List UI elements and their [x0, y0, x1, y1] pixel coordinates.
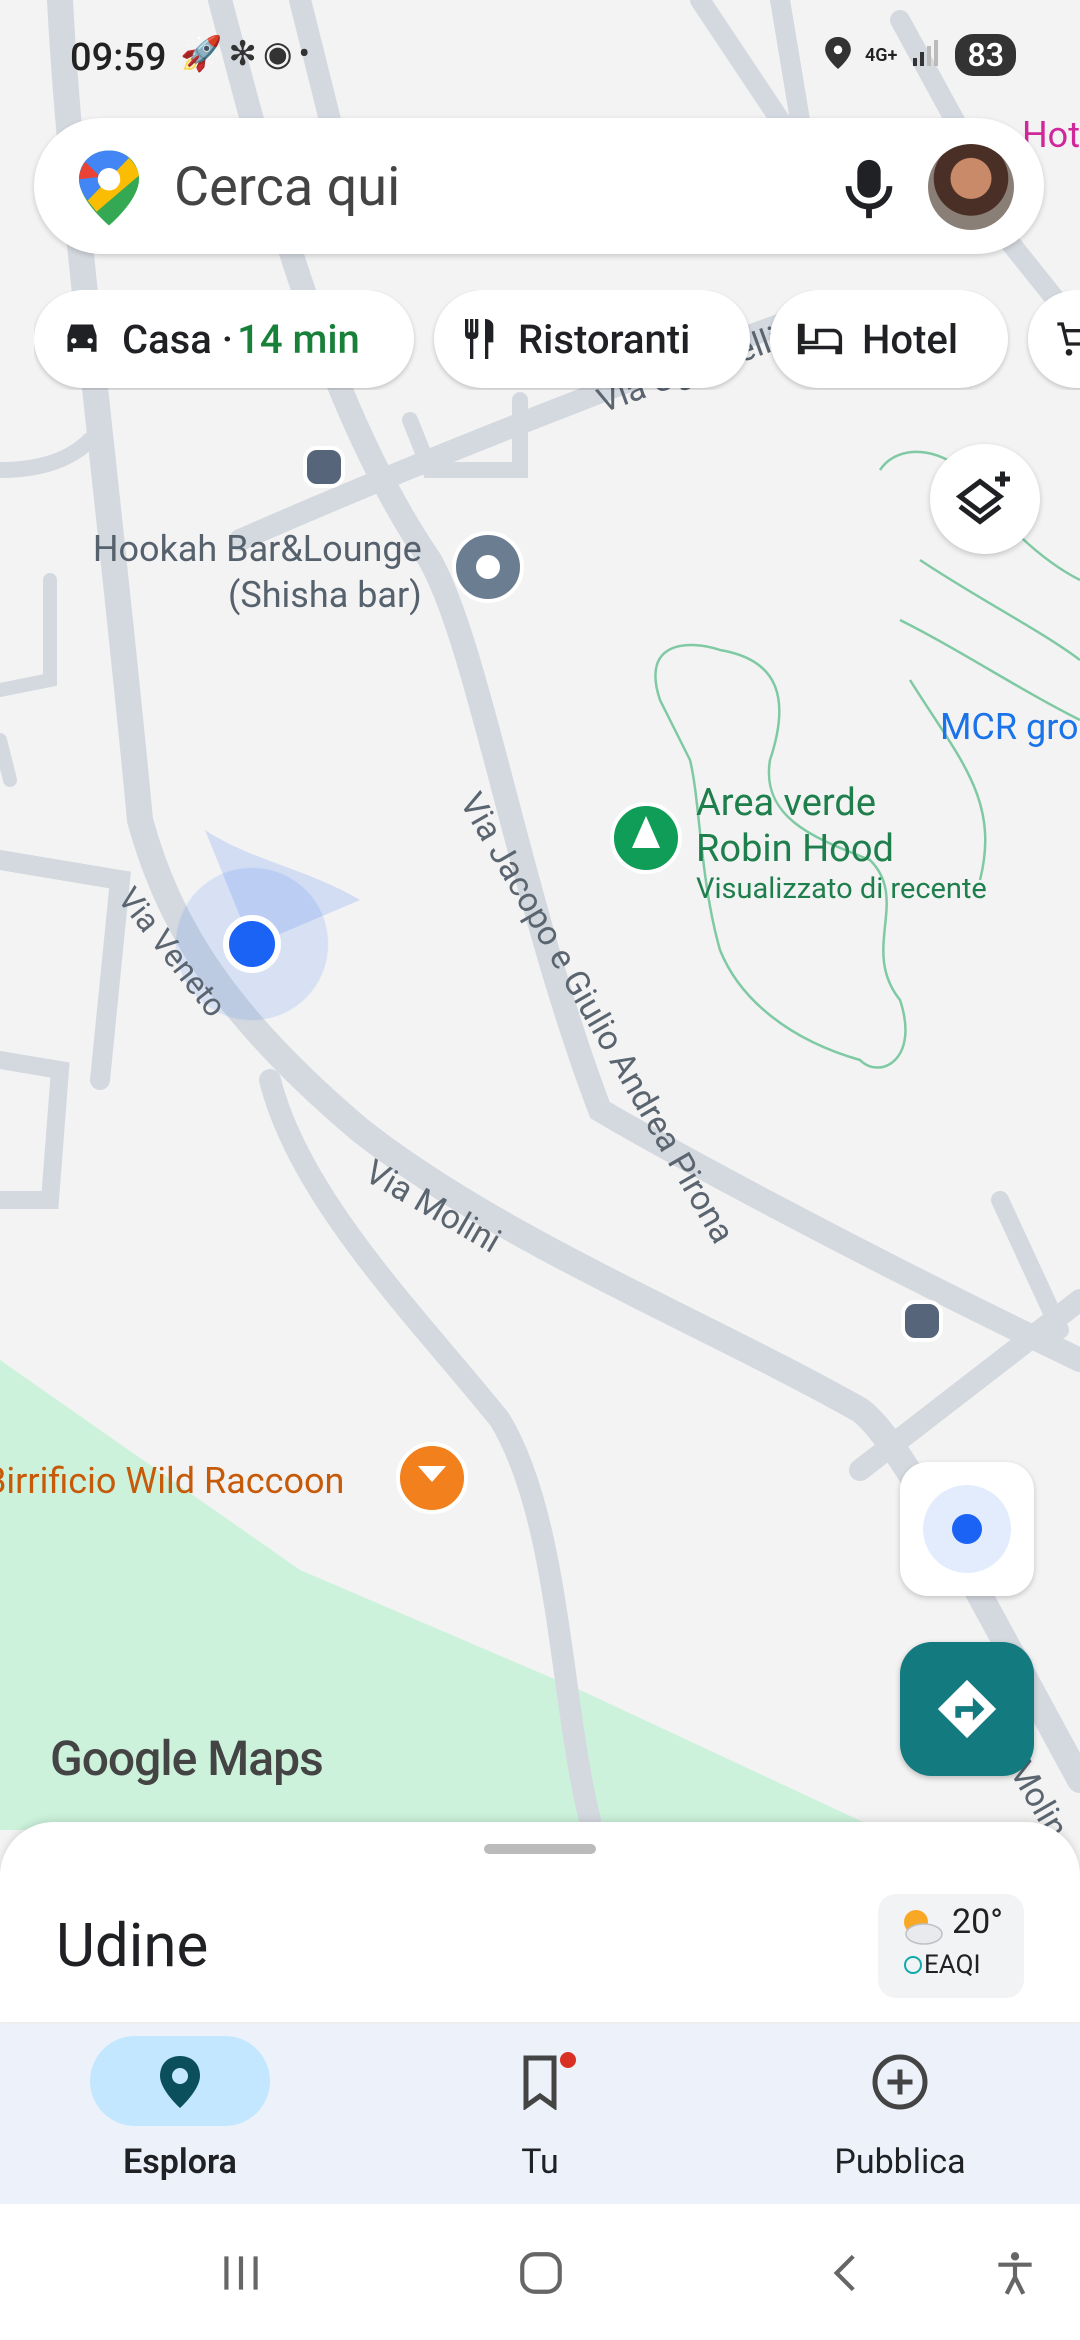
layers-button[interactable]: [930, 444, 1040, 554]
status-bar: 09:59 🚀✻◉• 4G+ 83: [0, 0, 1080, 120]
openai-icon: ✻: [228, 34, 263, 74]
notification-icons: 🚀✻◉•: [180, 34, 316, 74]
search-bar[interactable]: Cerca qui: [34, 118, 1044, 254]
google-maps-watermark: Google Maps: [50, 1730, 324, 1787]
tab-label: Esplora: [123, 2142, 237, 2182]
car-icon: [67, 324, 97, 352]
pin-icon: [160, 2056, 200, 2108]
tab-label: Pubblica: [834, 2142, 966, 2182]
bed-icon: [797, 323, 843, 355]
battery-indicator: 83: [955, 34, 1016, 76]
chip-label: Ristoranti: [518, 315, 691, 363]
rocket-icon: 🚀: [180, 34, 229, 74]
layers-icon: [955, 471, 1010, 525]
system-navigation-bar: [0, 2204, 1080, 2340]
home-icon[interactable]: [516, 2248, 566, 2298]
place-name: Robin Hood: [696, 827, 894, 871]
place-label-mcr[interactable]: MCR gro: [940, 706, 1079, 748]
place-label-hookah[interactable]: Hookah Bar&Lounge (Shisha bar): [74, 526, 422, 618]
search-input[interactable]: Cerca qui: [174, 156, 400, 219]
tab-explore[interactable]: Esplora: [0, 2024, 360, 2204]
place-subtitle: (Shisha bar): [228, 574, 422, 616]
microphone-icon[interactable]: [834, 154, 904, 224]
directions-button[interactable]: [900, 1642, 1034, 1776]
city-title: Udine: [56, 1910, 209, 1981]
dot-icon: •: [298, 34, 316, 74]
system-icons: 4G+ 83: [825, 34, 1016, 76]
partly-cloudy-icon: [904, 1910, 943, 1945]
cart-icon: [1057, 322, 1080, 356]
add-circle-icon: [872, 2054, 928, 2110]
chip-hotel[interactable]: Hotel: [770, 290, 1008, 388]
location-icon: [825, 37, 851, 73]
temperature: 20°: [952, 1902, 1003, 1942]
avatar[interactable]: [928, 144, 1014, 230]
place-label-brewery[interactable]: Birrificio Wild Raccoon: [0, 1460, 344, 1502]
back-icon[interactable]: [822, 2248, 872, 2298]
sheet-drag-handle[interactable]: [484, 1844, 596, 1854]
google-maps-logo-icon: [79, 150, 139, 226]
recent-apps-icon[interactable]: [216, 2248, 266, 2298]
signal-icon: [911, 38, 941, 72]
place-subtitle: Visualizzato di recente: [696, 872, 987, 906]
weather-badge[interactable]: 20° EAQI: [878, 1894, 1024, 1998]
notification-dot: [558, 2050, 578, 2070]
chip-label: Hotel: [862, 315, 959, 363]
status-time: 09:59: [70, 36, 167, 80]
camera-icon: ◉: [262, 34, 299, 74]
chip-label: Casa ·: [122, 315, 234, 363]
place-name: Area verde: [696, 781, 876, 825]
tab-label: Tu: [521, 2142, 559, 2182]
accessibility-icon[interactable]: [990, 2248, 1040, 2298]
tab-contribute[interactable]: Pubblica: [720, 2024, 1080, 2204]
air-quality-dot-icon: [904, 1956, 922, 1974]
bottom-navigation: Esplora Tu Pubblica: [0, 2024, 1080, 2204]
place-name: Hookah Bar&Lounge: [92, 528, 422, 570]
chip-travel-time: 14 min: [237, 315, 360, 363]
category-chips: Casa · 14 min Ristoranti Hotel: [34, 290, 1080, 390]
chip-restaurants[interactable]: Ristoranti: [434, 290, 750, 388]
network-label: 4G+: [864, 44, 898, 66]
my-location-button[interactable]: [900, 1462, 1034, 1596]
bottom-sheet[interactable]: Udine 20° EAQI: [0, 1822, 1080, 2022]
chip-shopping[interactable]: [1028, 290, 1080, 388]
place-label-park[interactable]: Area verde Robin Hood Visualizzato di re…: [696, 780, 987, 906]
tab-you[interactable]: Tu: [360, 2024, 720, 2204]
air-quality-label: EAQI: [924, 1950, 981, 1980]
chip-home[interactable]: Casa · 14 min: [34, 290, 414, 388]
fork-knife-icon: [465, 319, 494, 359]
directions-icon: [937, 1679, 997, 1739]
location-dot-icon: [923, 1485, 1011, 1573]
